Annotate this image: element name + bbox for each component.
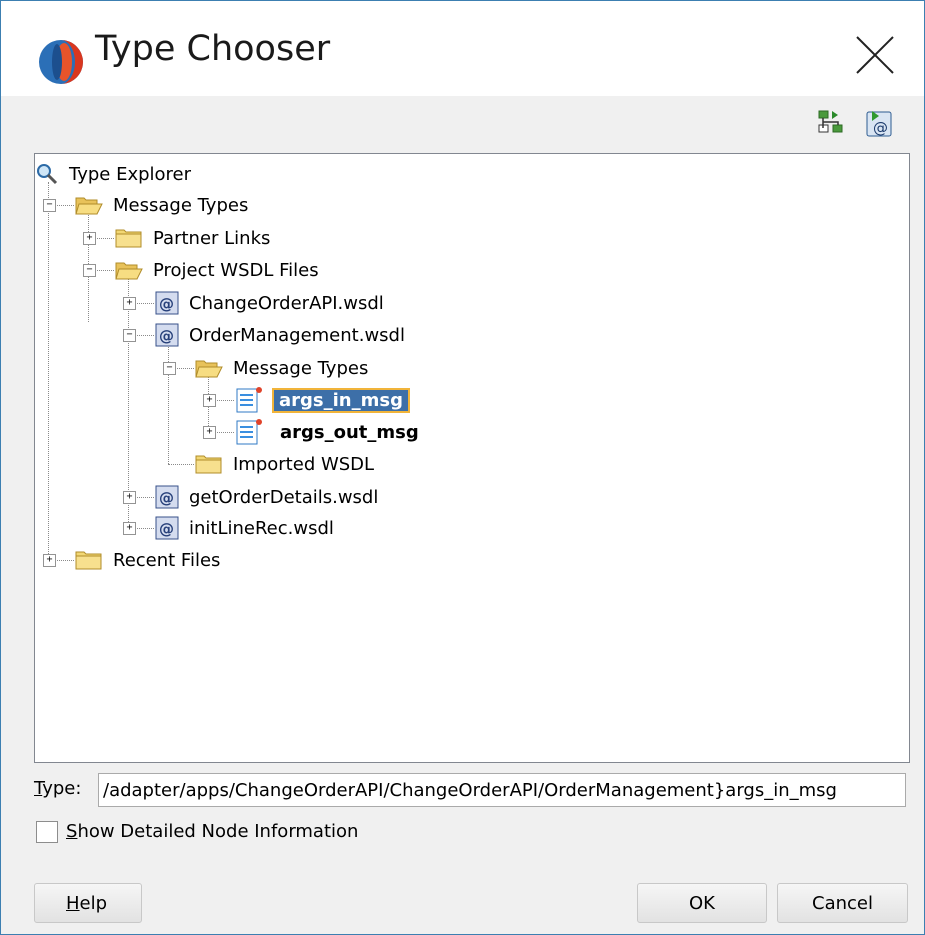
expand-toggle[interactable]: + <box>123 491 136 504</box>
tree-connector <box>48 182 49 554</box>
wsdl-icon: @ <box>155 516 179 540</box>
oracle-jdeveloper-logo-icon <box>39 40 83 84</box>
tree-node-message-types[interactable]: Message Types <box>75 190 248 220</box>
tree-node-label: OrderManagement.wsdl <box>189 324 405 346</box>
tree-node-project-wsdl-files[interactable]: Project WSDL Files <box>115 255 319 285</box>
type-chooser-dialog: Type Chooser @ − + − + − − + + + + + Typ… <box>0 0 925 935</box>
tree-node-label: Imported WSDL <box>233 453 375 475</box>
expand-toggle[interactable]: + <box>123 297 136 310</box>
wsdl-icon: @ <box>155 323 179 347</box>
collapse-toggle[interactable]: − <box>123 329 136 342</box>
tree-node-label: args_in_msg <box>272 387 410 413</box>
import-wsdl-icon[interactable]: @ <box>863 108 895 140</box>
folder-icon <box>75 551 102 570</box>
type-field[interactable]: /adapter/apps/ChangeOrderAPI/ChangeOrder… <box>98 773 906 807</box>
folder-icon <box>115 229 142 248</box>
tree-node-getorderdetails-wsdl[interactable]: @ getOrderDetails.wsdl <box>155 482 378 512</box>
tree-node-type-explorer[interactable]: Type Explorer <box>35 159 191 189</box>
expand-toggle[interactable]: + <box>83 232 96 245</box>
open-folder-icon <box>75 197 103 215</box>
expand-toggle[interactable]: + <box>123 522 136 535</box>
help-button[interactable]: Help <box>34 883 142 923</box>
wsdl-icon: @ <box>155 291 179 315</box>
collapse-toggle[interactable]: − <box>43 199 56 212</box>
svg-text:@: @ <box>159 295 174 313</box>
tree-node-label: Message Types <box>233 357 369 379</box>
svg-text:@: @ <box>159 327 174 345</box>
open-folder-icon <box>115 262 143 280</box>
tree-node-ordermanagement-wsdl[interactable]: @ OrderManagement.wsdl <box>155 320 405 350</box>
tree-node-partner-links[interactable]: Partner Links <box>115 223 270 253</box>
expand-toggle[interactable]: + <box>203 426 216 439</box>
type-explorer-tree[interactable]: − + − + − − + + + + + Type Explorer Mess… <box>34 153 910 763</box>
tree-node-label: Partner Links <box>153 227 271 249</box>
dialog-title: Type Chooser <box>95 29 331 69</box>
tree-node-label: getOrderDetails.wsdl <box>189 486 379 508</box>
tree-node-message-types-nested[interactable]: Message Types <box>195 353 368 383</box>
tree-connector <box>168 464 194 465</box>
svg-text:@: @ <box>159 489 174 507</box>
collapse-toggle[interactable]: − <box>163 362 176 375</box>
show-detailed-node-info-checkbox[interactable] <box>36 821 58 843</box>
tree-node-recent-files[interactable]: Recent Files <box>75 545 220 575</box>
cancel-button[interactable]: Cancel <box>777 883 908 923</box>
expand-toggle[interactable]: + <box>43 554 56 567</box>
folder-icon <box>195 455 222 474</box>
tree-node-args-out-msg[interactable]: args_out_msg <box>235 417 419 447</box>
tree-node-changeorderapi-wsdl[interactable]: @ ChangeOrderAPI.wsdl <box>155 288 384 318</box>
show-detailed-node-info-label[interactable]: Show Detailed Node Information <box>66 821 358 842</box>
tree-node-label: Project WSDL Files <box>153 259 319 281</box>
tree-node-label: args_out_msg <box>280 421 419 443</box>
import-schema-icon[interactable] <box>816 108 846 138</box>
type-label: Type: <box>34 778 82 799</box>
tree-node-initlinerec-wsdl[interactable]: @ initLineRec.wsdl <box>155 513 334 543</box>
tree-node-label: ChangeOrderAPI.wsdl <box>189 292 384 314</box>
svg-text:@: @ <box>873 119 888 137</box>
title-bar: Type Chooser <box>1 1 924 96</box>
tree-node-args-in-msg[interactable]: args_in_msg <box>235 385 410 415</box>
svg-text:@: @ <box>159 520 174 538</box>
message-icon <box>236 387 262 413</box>
tree-node-label: Type Explorer <box>69 163 192 185</box>
message-icon <box>236 419 262 445</box>
magnifier-icon <box>37 164 58 185</box>
ok-button[interactable]: OK <box>637 883 767 923</box>
close-icon[interactable] <box>849 29 901 81</box>
collapse-toggle[interactable]: − <box>83 264 96 277</box>
open-folder-icon <box>195 360 223 378</box>
tree-node-label: Message Types <box>113 194 249 216</box>
tree-node-label: Recent Files <box>113 549 221 571</box>
wsdl-icon: @ <box>155 485 179 509</box>
expand-toggle[interactable]: + <box>203 394 216 407</box>
tree-node-imported-wsdl[interactable]: Imported WSDL <box>195 449 374 479</box>
tree-node-label: initLineRec.wsdl <box>189 517 334 539</box>
